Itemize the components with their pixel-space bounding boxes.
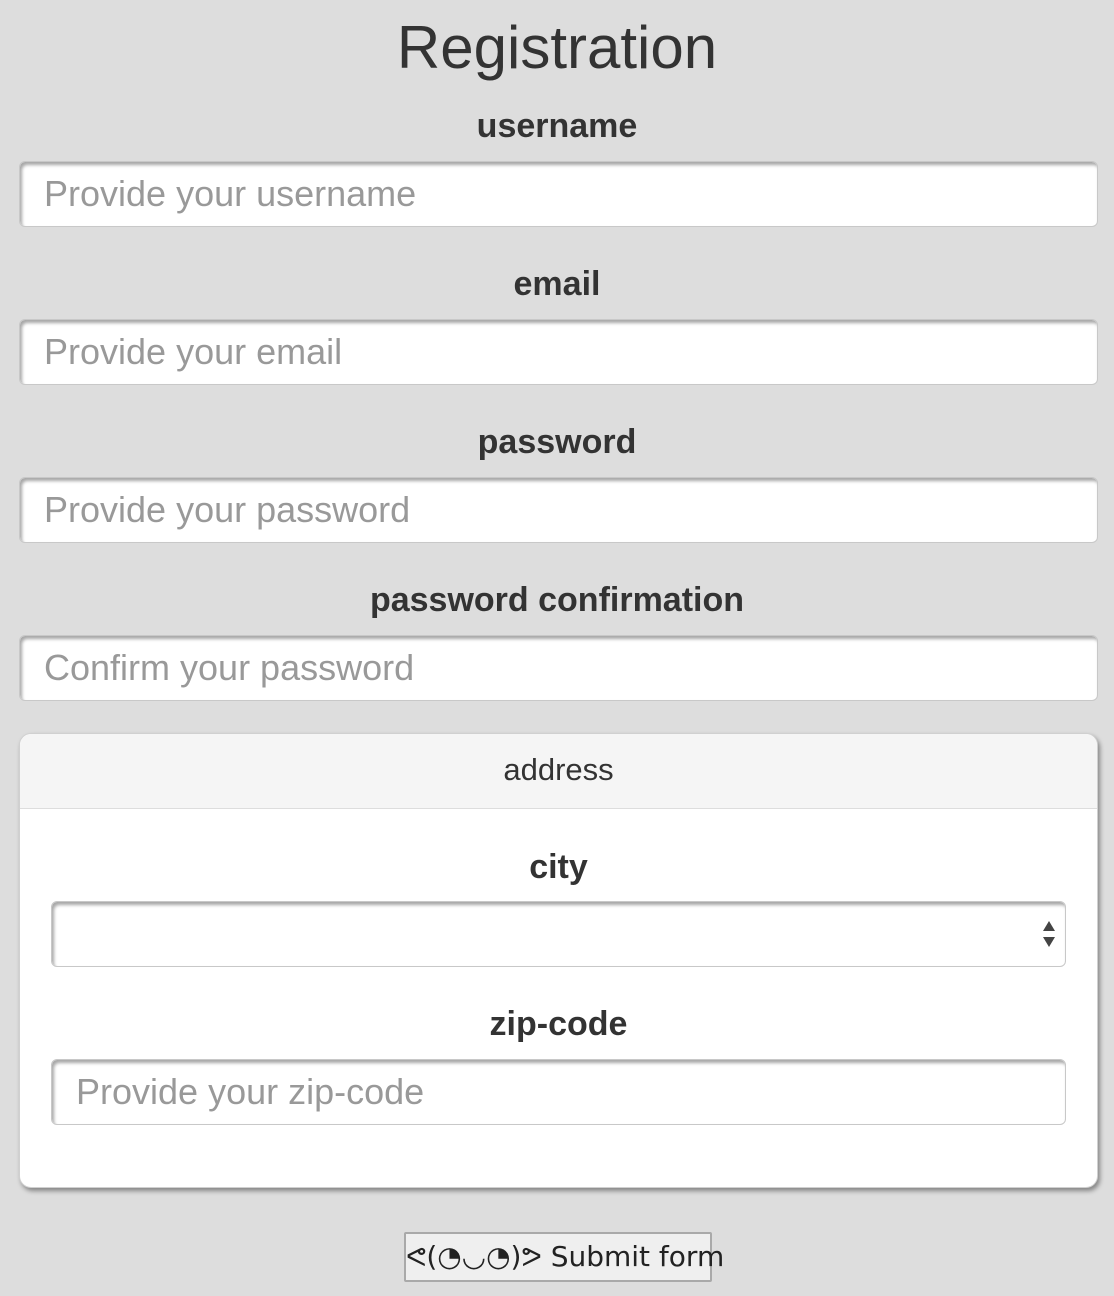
up-down-arrows-icon	[1041, 920, 1057, 948]
username-label: username	[476, 107, 638, 145]
city-select[interactable]	[51, 901, 1066, 967]
password-confirmation-input[interactable]	[19, 635, 1098, 701]
submit-form-button[interactable]: ᕙ(◔◡◔)ᕗ Submit form	[404, 1232, 724, 1282]
email-input[interactable]	[19, 319, 1098, 385]
username-input[interactable]	[19, 161, 1098, 227]
email-label: email	[513, 265, 601, 303]
page-title: Registration	[396, 14, 718, 81]
registration-page: Registration username email password pas…	[0, 0, 1114, 1296]
password-confirmation-label: password confirmation	[369, 581, 745, 619]
password-input[interactable]	[19, 477, 1098, 543]
address-panel-heading: address	[20, 734, 1097, 809]
address-panel: address city zip-code	[19, 733, 1098, 1188]
zip-code-label: zip-code	[489, 1005, 628, 1043]
city-label: city	[529, 848, 588, 886]
zip-code-input[interactable]	[51, 1059, 1066, 1125]
password-label: password	[477, 423, 637, 461]
